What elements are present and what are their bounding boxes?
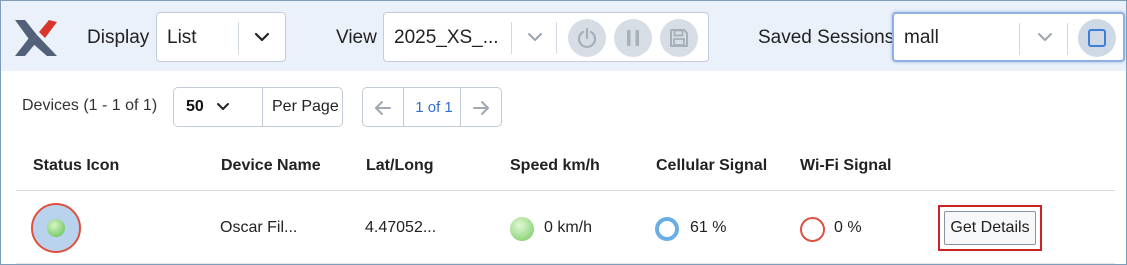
chevron-down-icon[interactable] xyxy=(249,24,275,50)
display-select-divider xyxy=(238,22,239,54)
speed-cell: 0 km/h xyxy=(544,219,593,236)
view-select[interactable]: 2025_XS_... xyxy=(383,12,709,62)
view-select-divider xyxy=(511,22,512,54)
power-button[interactable] xyxy=(568,19,606,57)
get-details-highlight: Get Details xyxy=(938,205,1042,251)
lat-long-cell: 4.47052... xyxy=(365,219,437,236)
saved-sessions-select[interactable]: mall xyxy=(892,12,1125,62)
display-select-value: List xyxy=(167,27,197,48)
per-page-label: Per Page xyxy=(272,98,339,115)
per-page-select[interactable]: 50 Per Page xyxy=(173,87,343,127)
column-header-wifi-signal[interactable]: Wi-Fi Signal xyxy=(800,157,891,175)
app-logo-icon xyxy=(15,20,57,56)
column-header-speed[interactable]: Speed km/h xyxy=(510,157,600,175)
chevron-down-icon[interactable] xyxy=(522,24,548,50)
table-header-divider xyxy=(16,190,1115,191)
pagination-control: 1 of 1 xyxy=(362,87,502,127)
devices-count: Devices (1 - 1 of 1) xyxy=(22,97,158,114)
floppy-disk-icon xyxy=(670,29,688,47)
display-label: Display xyxy=(87,27,150,48)
status-dot-icon xyxy=(47,219,65,237)
save-session-button[interactable] xyxy=(660,19,698,57)
page-indicator: 1 of 1 xyxy=(415,99,453,116)
pagination-divider-left xyxy=(403,88,404,126)
wifi-signal-icon xyxy=(800,217,825,242)
per-page-value: 50 xyxy=(186,98,204,115)
saved-sessions-label: Saved Sessions xyxy=(758,27,895,48)
column-header-status-icon[interactable]: Status Icon xyxy=(33,157,119,175)
saved-sessions-divider-2 xyxy=(1067,23,1068,55)
square-icon xyxy=(1088,29,1106,47)
power-icon xyxy=(577,27,597,49)
cellular-signal-cell: 61 % xyxy=(690,219,727,236)
saved-sessions-value: mall xyxy=(904,27,939,48)
device-name-cell: Oscar Fil... xyxy=(220,219,298,236)
view-select-value: 2025_XS_... xyxy=(394,27,499,48)
speed-status-icon xyxy=(510,217,534,241)
column-header-lat-long[interactable]: Lat/Long xyxy=(366,157,434,175)
chevron-down-icon[interactable] xyxy=(212,96,234,118)
status-indicator-icon xyxy=(31,203,81,253)
view-select-divider-2 xyxy=(556,22,557,54)
saved-sessions-divider xyxy=(1019,23,1020,55)
cellular-signal-icon xyxy=(655,217,679,241)
arrow-right-icon[interactable] xyxy=(470,97,492,119)
pagination-divider-right xyxy=(460,88,461,126)
wifi-signal-cell: 0 % xyxy=(834,219,862,236)
per-page-divider xyxy=(262,88,263,126)
top-toolbar: Display List View 2025_XS_... Saved Sess… xyxy=(1,1,1126,71)
chevron-down-icon[interactable] xyxy=(1032,24,1058,50)
arrow-left-icon[interactable] xyxy=(372,97,394,119)
display-select[interactable]: List xyxy=(156,12,286,62)
pause-icon xyxy=(627,30,639,46)
column-header-cellular-signal[interactable]: Cellular Signal xyxy=(656,157,767,175)
select-session-button[interactable] xyxy=(1078,19,1116,57)
column-header-device-name[interactable]: Device Name xyxy=(221,157,321,175)
get-details-button[interactable]: Get Details xyxy=(944,211,1036,245)
pause-button[interactable] xyxy=(614,19,652,57)
table-row-divider xyxy=(16,263,1115,264)
view-label: View xyxy=(336,27,377,48)
